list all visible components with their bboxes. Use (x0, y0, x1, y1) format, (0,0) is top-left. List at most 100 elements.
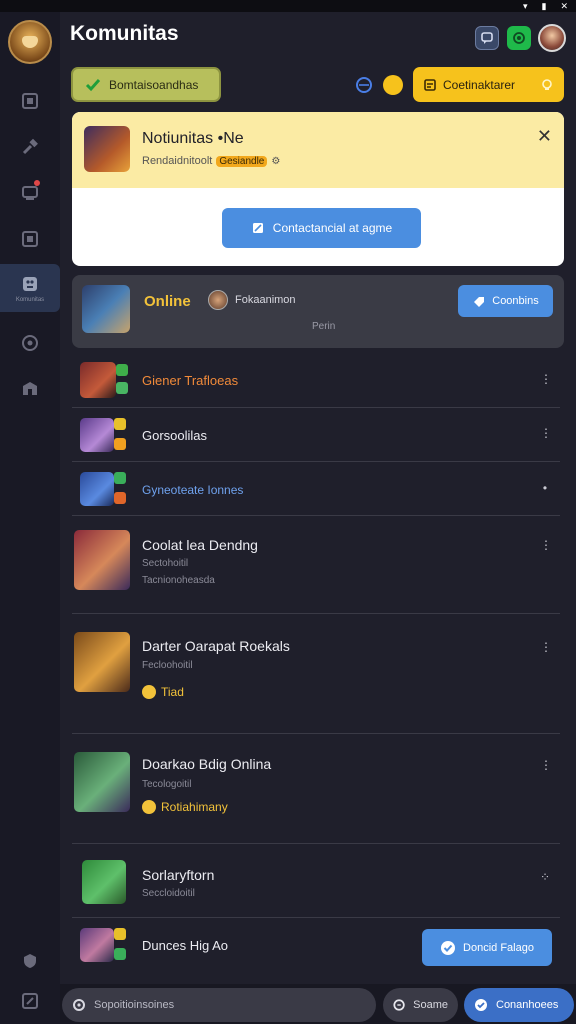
more-icon[interactable]: ⋮ (540, 758, 552, 772)
friend-avatar[interactable] (208, 290, 228, 310)
platform-icon (114, 928, 126, 940)
phone-button[interactable] (507, 26, 531, 50)
game-thumbnail (80, 418, 114, 452)
search-placeholder: Sopoitioinsoines (94, 999, 175, 1011)
game-thumbnail (74, 632, 130, 692)
notification-badge (34, 180, 40, 186)
filter-pill-yellow[interactable]: Coetinaktarer (413, 67, 564, 102)
devices-icon (22, 186, 38, 200)
filter-pill-green[interactable]: Bomtaisoandhas (71, 67, 221, 102)
notification-card: Notiunitas •Ne Rendaidnitoolt Gesiandle … (72, 112, 564, 266)
yellow-pill-label: Coetinaktarer (443, 77, 516, 92)
list-item[interactable]: Sorlaryftorn Seccloidoitil ⁘ (72, 854, 560, 918)
user-avatar[interactable] (538, 24, 566, 52)
coin-icon[interactable] (381, 73, 405, 97)
check-circle-icon (475, 999, 487, 1011)
list-item-tag: Tiad (142, 685, 184, 699)
tag-icon (474, 297, 485, 307)
online-card: Online Fokaanimon Perin Coonbins (72, 275, 564, 348)
more-icon[interactable]: ⋮ (540, 538, 552, 552)
notification-chip: Gesiandle (216, 155, 268, 167)
list-item-title: Sorlaryftorn (142, 867, 215, 883)
middle-button[interactable]: Soame (383, 988, 458, 1022)
list-item-subtitle: Sectohoitil (142, 558, 189, 569)
sidebar-item-tools[interactable] (0, 124, 60, 170)
online-status-label: Online (144, 293, 191, 310)
platform-icon (114, 472, 126, 484)
sidebar-item-square[interactable] (0, 216, 60, 262)
circle-icon (393, 999, 405, 1011)
check-circle-icon (441, 940, 456, 955)
game-thumbnail (74, 530, 130, 590)
bulb-icon (542, 78, 552, 90)
primary-bottom-button[interactable]: Conanhoees (464, 988, 574, 1022)
document-icon (424, 78, 436, 91)
notification-action-button[interactable]: Contactancial at agme (222, 208, 421, 248)
list-item-title: Gyneoteate Ionnes (142, 483, 244, 497)
sidebar-item-compass[interactable] (0, 320, 60, 366)
close-icon[interactable]: ✕ (537, 126, 552, 147)
list-item-tag-label: Tiad (161, 685, 184, 699)
list-item-tag: Rotiahimany (142, 800, 228, 814)
friend-name: Fokaanimon (235, 294, 296, 306)
game-thumbnail (82, 860, 126, 904)
edit-icon (252, 223, 263, 233)
tag-icon (142, 800, 156, 814)
phone-icon (513, 32, 525, 44)
sidebar-item-devices[interactable] (0, 170, 60, 216)
bottom-bar: Sopoitioinsoines Soame Conanhoees (60, 984, 576, 1024)
settings-icon (22, 993, 38, 1009)
status-bar: ▾ ▮ ✕ (0, 0, 576, 12)
tag-icon (142, 685, 156, 699)
community-icon (23, 276, 37, 291)
close-icon[interactable]: ✕ (560, 1, 568, 12)
join-button-label: Coonbins (492, 295, 539, 307)
compass-icon (22, 335, 38, 351)
notification-action-label: Contactancial at agme (272, 221, 393, 235)
list-item-title: Doarkao Bdig Onlina (142, 756, 272, 772)
sidebar-item-grid[interactable] (0, 78, 60, 124)
globe-icon[interactable] (355, 76, 373, 94)
more-icon[interactable]: ⁘ (540, 870, 550, 884)
join-button[interactable]: Coonbins (458, 285, 553, 317)
platform-icon (114, 492, 126, 504)
floating-action-button[interactable]: Doncid Falago (422, 929, 552, 966)
notification-thumbnail (84, 126, 130, 172)
game-thumbnail (80, 472, 114, 506)
list-item[interactable]: Doarkao Bdig Onlina Tecologoitil Rotiahi… (72, 734, 560, 844)
list-item[interactable]: Gyneoteate Ionnes • (72, 462, 560, 516)
list-item-title: Darter Oarapat Roekals (142, 638, 290, 654)
search-icon (73, 999, 85, 1011)
list-item[interactable]: Darter Oarapat Roekals Fecloohoitil Tiad… (72, 614, 560, 734)
list-item[interactable]: Giener Trafloeas ⋮ (72, 352, 560, 408)
platform-icon (116, 382, 128, 394)
more-icon[interactable]: ⋮ (540, 426, 552, 440)
notification-subtitle-text: Rendaidnitoolt (142, 155, 213, 167)
store-icon (23, 382, 37, 395)
list-item-meta: Tacnionoheasda (142, 575, 215, 586)
chat-button[interactable] (475, 26, 499, 50)
search-input[interactable]: Sopoitioinsoines (62, 988, 376, 1022)
battery-icon: ▮ (541, 0, 547, 11)
list-item-subtitle: Fecloohoitil (142, 660, 193, 671)
shield-icon (24, 954, 36, 968)
list-item-title: Giener Trafloeas (142, 373, 239, 388)
game-thumbnail (74, 752, 130, 812)
more-icon[interactable]: • (540, 481, 550, 495)
chat-icon (481, 32, 493, 44)
list-item[interactable]: Coolat lea Dendng Sectohoitil Tacnionohe… (72, 516, 560, 614)
list-item-subtitle: Seccloidoitil (142, 888, 195, 899)
more-icon[interactable]: ⋮ (540, 372, 552, 386)
sidebar-item-settings[interactable] (0, 978, 60, 1024)
game-thumbnail (80, 928, 114, 962)
platform-icon (114, 948, 126, 960)
app-logo[interactable] (8, 20, 52, 64)
online-game-thumbnail (82, 285, 130, 333)
more-icon[interactable]: ⋮ (540, 640, 552, 654)
platform-icon (116, 364, 128, 376)
sidebar-item-community[interactable]: Komunitas (0, 264, 60, 312)
list-item[interactable]: Gorsoolilas ⋮ (72, 408, 560, 462)
list-item-title: Dunces Hig Ao (142, 938, 228, 953)
middle-button-label: Soame (413, 999, 448, 1011)
sidebar-item-store[interactable] (0, 366, 60, 412)
